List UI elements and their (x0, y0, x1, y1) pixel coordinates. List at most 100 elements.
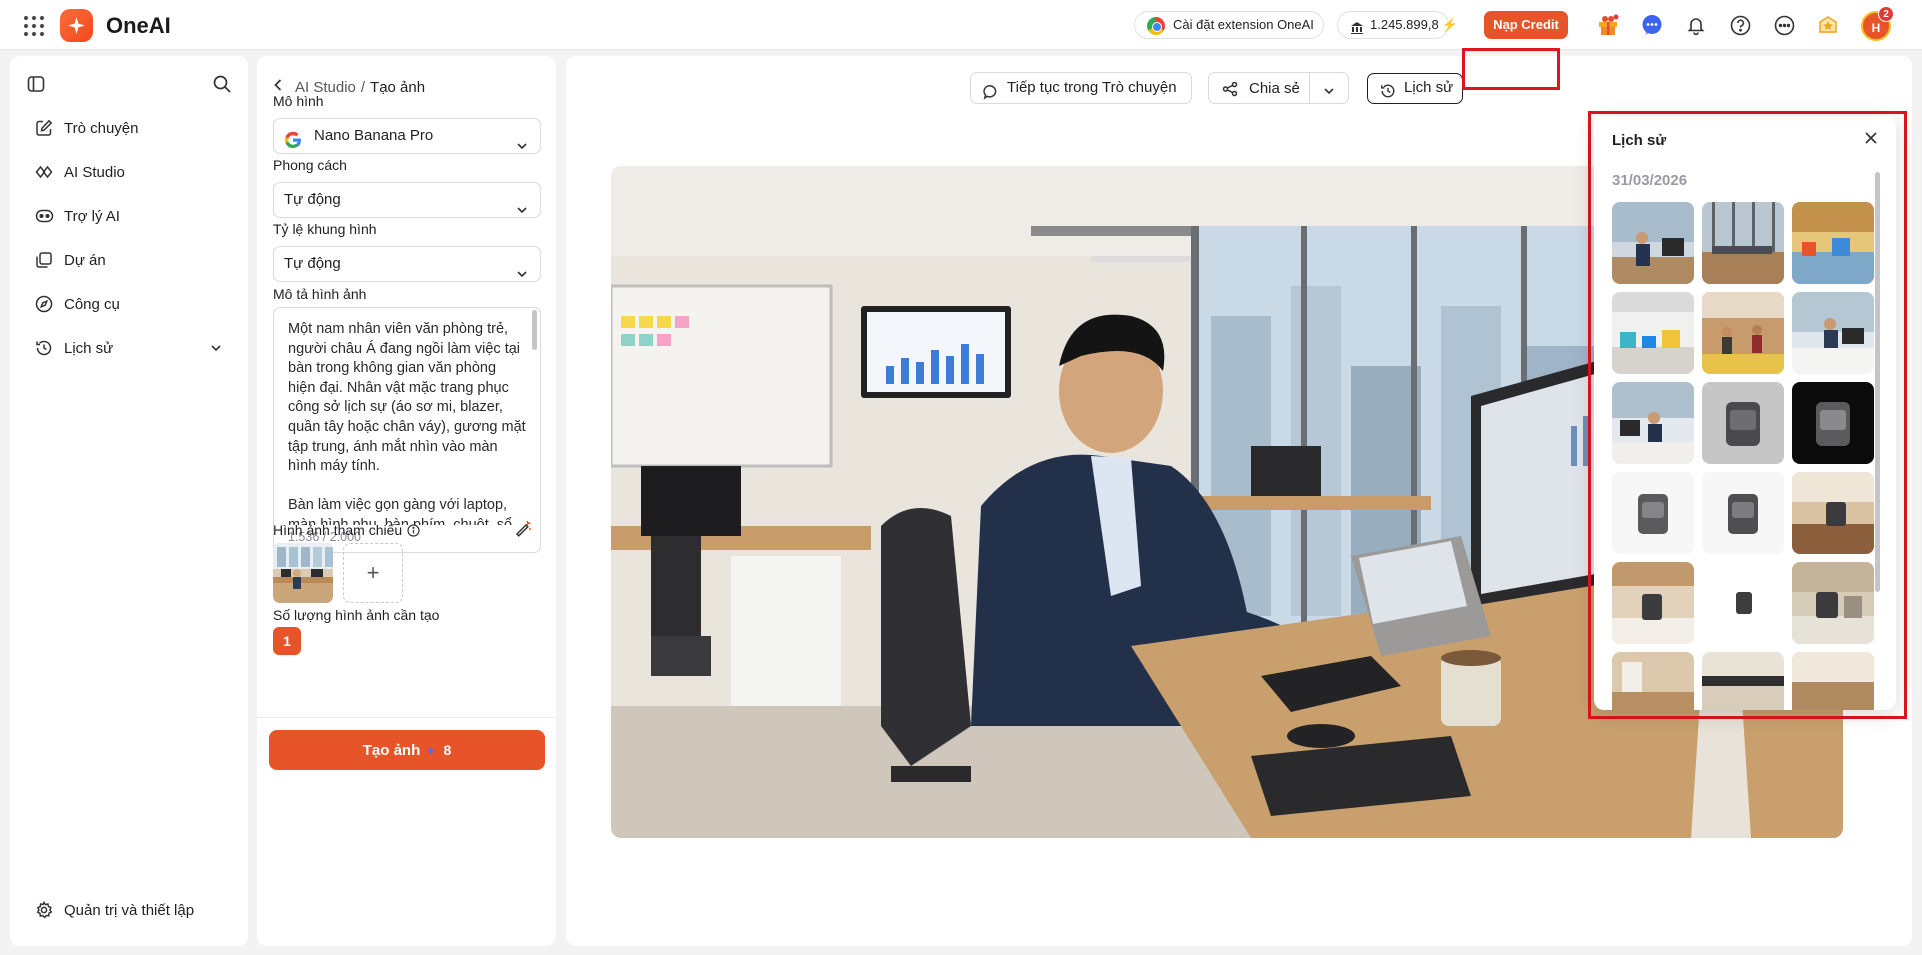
chevron-down-icon (516, 195, 528, 229)
divider (257, 717, 556, 718)
model-label: Mô hình (273, 93, 324, 109)
info-icon[interactable] (407, 523, 420, 537)
sidebar-item-label: Công cụ (64, 295, 120, 313)
textarea-scrollbar[interactable] (532, 310, 537, 350)
search-icon[interactable] (212, 74, 232, 98)
history-icon (34, 338, 54, 358)
breadcrumb-separator: / (360, 78, 366, 96)
credit-balance-value: 1.245.899,8 (1370, 17, 1439, 32)
oneai-logo-icon[interactable] (60, 9, 93, 42)
aspect-ratio-label: Tỷ lệ khung hình (273, 221, 377, 237)
bolt-icon: ⚡ (1441, 17, 1458, 32)
history-thumbnail[interactable] (1792, 472, 1874, 554)
folder-icon (34, 250, 54, 270)
apps-grid-icon[interactable] (22, 14, 44, 36)
history-thumbnail[interactable] (1702, 652, 1784, 710)
sidebar-item-label: Dự án (64, 251, 106, 269)
quantity-label: Số lượng hình ảnh cần tạo (273, 607, 440, 623)
sidebar-item-chat[interactable]: Trò chuyện (22, 112, 236, 144)
history-thumbnail[interactable] (1612, 202, 1694, 284)
history-thumbnail[interactable] (1702, 202, 1784, 284)
history-thumbnail[interactable] (1612, 292, 1694, 374)
continue-in-chat-button[interactable]: Tiếp tục trong Trò chuyện (970, 72, 1192, 104)
bell-icon[interactable] (1684, 13, 1708, 37)
prompt-text[interactable]: Một nam nhân viên văn phòng trẻ, người c… (288, 320, 526, 525)
topup-credit-button[interactable]: Nạp Credit (1484, 11, 1568, 39)
add-reference-image-button[interactable]: + (343, 543, 403, 603)
settings-label: Quản trị và thiết lập (64, 901, 195, 919)
prompt-textarea[interactable]: Một nam nhân viên văn phòng trẻ, người c… (273, 307, 541, 553)
history-thumbnail[interactable] (1792, 652, 1874, 710)
history-thumbnail-grid (1612, 202, 1876, 710)
gear-icon (34, 900, 54, 920)
history-panel-title: Lịch sử (1612, 132, 1667, 149)
history-icon (1380, 81, 1396, 109)
compass-icon (34, 294, 54, 314)
sidebar-item-label: Trợ lý AI (64, 207, 120, 225)
share-dropdown-chevron-icon[interactable] (1323, 84, 1335, 101)
history-thumbnail[interactable] (1612, 472, 1694, 554)
continue-in-chat-label: Tiếp tục trong Trò chuyện (1007, 79, 1177, 96)
sidebar-item-label: Trò chuyện (64, 119, 139, 137)
sidebar-item-settings[interactable]: Quản trị và thiết lập (22, 894, 194, 926)
app-name[interactable]: OneAI (106, 13, 171, 39)
history-thumbnail[interactable] (1612, 382, 1694, 464)
history-thumbnail[interactable] (1702, 292, 1784, 374)
sidebar-item-ai-studio[interactable]: AI Studio (22, 156, 236, 188)
aspect-ratio-value: Tự động (284, 255, 341, 272)
history-button[interactable]: Lịch sử (1367, 73, 1463, 104)
reference-image-thumbnail[interactable] (273, 543, 333, 603)
history-thumbnail[interactable] (1792, 382, 1874, 464)
history-thumbnail[interactable] (1792, 292, 1874, 374)
model-select[interactable]: Nano Banana Pro (273, 118, 541, 154)
prompt-label: Mô tả hình ảnh (273, 286, 367, 302)
share-label: Chia sẻ (1249, 80, 1300, 97)
magic-wand-icon[interactable] (514, 519, 532, 544)
history-thumbnail[interactable] (1612, 562, 1694, 644)
gift-icon[interactable] (1596, 13, 1620, 37)
breadcrumb-current: Tạo ảnh (370, 78, 426, 96)
sidebar-item-tools[interactable]: Công cụ (22, 288, 236, 320)
history-thumbnail[interactable] (1792, 562, 1874, 644)
style-select[interactable]: Tự động (273, 182, 541, 218)
messenger-icon[interactable] (1640, 13, 1664, 37)
assistant-icon (34, 206, 54, 226)
sidebar-toggle-icon[interactable] (26, 74, 46, 98)
image-generation-form: AI Studio / Tạo ảnh Mô hình Nano Banana … (257, 56, 556, 946)
install-extension-button[interactable]: Cài đặt extension OneAI (1134, 11, 1324, 39)
help-icon[interactable] (1728, 13, 1752, 37)
history-thumbnail[interactable] (1702, 562, 1784, 644)
install-extension-label: Cài đặt extension OneAI (1173, 17, 1314, 32)
aspect-ratio-select[interactable]: Tự động (273, 246, 541, 282)
generate-image-button[interactable]: Tạo ảnh ✦ 8 (269, 730, 545, 770)
history-panel: Lịch sử 31/03/2026 (1594, 116, 1896, 710)
sidebar-item-label: Lịch sử (64, 339, 114, 357)
chevron-down-icon[interactable] (210, 341, 222, 358)
reward-icon[interactable] (1816, 13, 1840, 37)
chevron-down-icon (516, 131, 528, 165)
credit-balance[interactable]: 1.245.899,8 ⚡ (1337, 11, 1458, 39)
sidebar-item-projects[interactable]: Dự án (22, 244, 236, 276)
chrome-icon (1147, 17, 1165, 35)
more-icon[interactable] (1772, 13, 1796, 37)
history-label: Lịch sử (1404, 79, 1454, 96)
chevron-down-icon (516, 259, 528, 293)
close-icon[interactable] (1864, 131, 1878, 149)
generate-image-label: Tạo ảnh (362, 742, 421, 759)
style-select-value: Tự động (284, 191, 341, 208)
sidebar-item-assistant[interactable]: Trợ lý AI (22, 200, 236, 232)
chat-bubble-icon (983, 81, 999, 111)
history-thumbnail[interactable] (1702, 382, 1784, 464)
generate-image-cost: 8 (443, 742, 452, 758)
sidebar-item-history[interactable]: Lịch sử (22, 332, 236, 364)
history-thumbnail[interactable] (1792, 202, 1874, 284)
share-icon (1222, 81, 1238, 101)
share-button[interactable]: Chia sẻ (1208, 72, 1349, 104)
history-thumbnail[interactable] (1612, 652, 1694, 710)
history-thumbnail[interactable] (1702, 472, 1784, 554)
quantity-option-1[interactable]: 1 (273, 627, 301, 655)
reference-image-label: Hình ảnh tham chiếu (273, 522, 420, 538)
sidebar: Trò chuyện AI Studio Trợ lý AI Dự án Côn… (10, 56, 248, 946)
model-select-value: Nano Banana Pro (314, 127, 434, 144)
sidebar-item-label: AI Studio (64, 163, 125, 181)
